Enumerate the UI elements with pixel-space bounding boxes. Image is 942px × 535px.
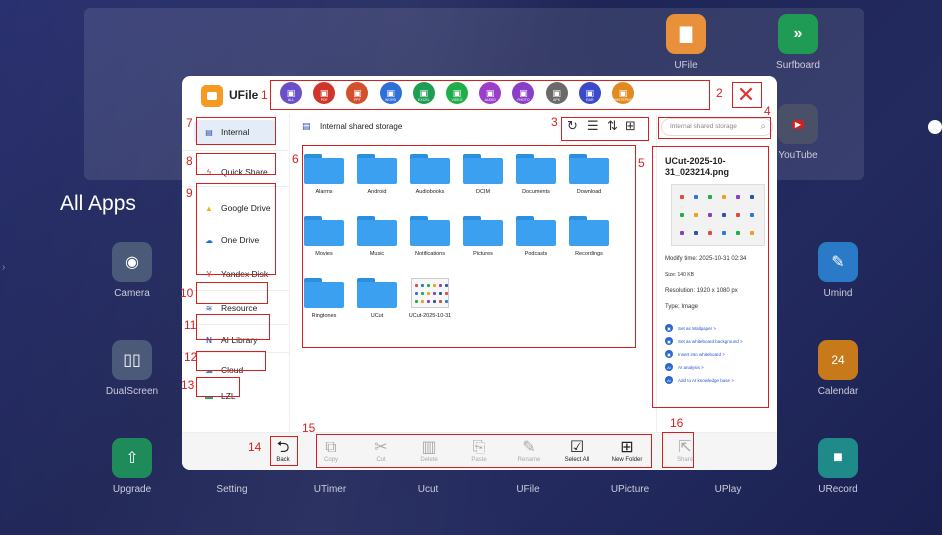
app-label: Umind bbox=[823, 288, 853, 299]
annotation-box-1 bbox=[270, 80, 710, 110]
annotation-number-2: 2 bbox=[716, 86, 723, 100]
sidebar-item-label: Resource bbox=[221, 303, 258, 313]
annotation-box-5 bbox=[652, 146, 769, 408]
annotation-number-9: 9 bbox=[186, 186, 193, 200]
annotation-box-16 bbox=[662, 432, 694, 468]
chevron-right-icon[interactable]: › bbox=[2, 262, 5, 273]
app-label: Ucut bbox=[417, 484, 439, 495]
annotation-number-16: 16 bbox=[670, 416, 684, 430]
app-label: UPlay bbox=[714, 484, 742, 495]
dual-screen-icon: ▯▯ bbox=[112, 340, 152, 380]
annotation-box-8 bbox=[196, 153, 276, 175]
camera-icon: ◉ bbox=[112, 242, 152, 282]
app-dualscreen[interactable]: ▯▯ DualScreen bbox=[92, 340, 172, 397]
app-label: UPicture bbox=[610, 484, 650, 495]
app-label: UFile bbox=[674, 60, 698, 71]
annotation-number-3: 3 bbox=[551, 115, 558, 129]
annotation-box-13 bbox=[196, 377, 240, 397]
annotation-number-10: 10 bbox=[180, 286, 194, 300]
annotation-box-12 bbox=[196, 351, 266, 371]
record-icon: ■ bbox=[818, 438, 858, 478]
annotation-number-11: 11 bbox=[184, 318, 197, 332]
annotation-number-1: 1 bbox=[261, 88, 268, 102]
app-urecord[interactable]: ■ URecord bbox=[798, 438, 878, 495]
app-calendar[interactable]: 24 Calendar bbox=[798, 340, 878, 397]
annotation-number-5: 5 bbox=[638, 156, 645, 170]
annotation-number-15: 15 bbox=[302, 421, 316, 435]
app-surfboard[interactable]: » Surfboard bbox=[758, 14, 838, 71]
annotation-number-8: 8 bbox=[186, 154, 193, 168]
annotation-box-10 bbox=[196, 282, 268, 304]
app-label: UTimer bbox=[313, 484, 347, 495]
pen-icon: ✎ bbox=[818, 242, 858, 282]
dialog-title: UFile bbox=[229, 88, 259, 102]
app-ufile-top[interactable]: ▇ UFile bbox=[646, 14, 726, 71]
annotation-box-11 bbox=[196, 314, 270, 340]
app-umind[interactable]: ✎ Umind bbox=[798, 242, 878, 299]
app-label: Camera bbox=[114, 288, 150, 299]
app-label: Surfboard bbox=[776, 60, 820, 71]
ufile-logo-icon bbox=[201, 85, 223, 107]
divider bbox=[182, 150, 290, 151]
app-upgrade[interactable]: ⇧ Upgrade bbox=[92, 438, 172, 495]
annotation-box-15 bbox=[316, 434, 652, 468]
upgrade-icon: ⇧ bbox=[112, 438, 152, 478]
folder-icon: ▇ bbox=[666, 14, 706, 54]
app-label: Upgrade bbox=[112, 484, 152, 495]
annotation-number-7: 7 bbox=[186, 116, 193, 130]
calendar-icon: 24 bbox=[818, 340, 858, 380]
breadcrumb[interactable]: Internal shared storage bbox=[320, 122, 402, 131]
storage-icon: ▤ bbox=[302, 121, 311, 131]
all-apps-heading: All Apps bbox=[60, 192, 136, 215]
chevron-right-icon: » bbox=[778, 14, 818, 54]
app-label: URecord bbox=[818, 484, 858, 495]
resource-icon: ≋ bbox=[205, 303, 213, 313]
app-label: DualScreen bbox=[105, 386, 159, 397]
app-label: Calendar bbox=[817, 386, 859, 397]
annotation-number-4: 4 bbox=[764, 104, 771, 118]
app-camera[interactable]: ◉ Camera bbox=[92, 242, 172, 299]
annotation-number-13: 13 bbox=[181, 378, 195, 392]
annotation-box-9 bbox=[196, 183, 276, 275]
app-label: UFile bbox=[516, 484, 540, 495]
annotation-box-6 bbox=[302, 145, 636, 348]
annotation-number-12: 12 bbox=[184, 350, 198, 364]
annotation-box-14 bbox=[270, 436, 298, 466]
annotation-box-3 bbox=[561, 117, 649, 141]
edge-handle[interactable] bbox=[928, 120, 942, 134]
annotation-box-4 bbox=[658, 117, 771, 139]
youtube-icon: ▶ bbox=[778, 104, 818, 144]
calendar-day: 24 bbox=[831, 353, 845, 367]
annotation-number-14: 14 bbox=[248, 440, 262, 454]
annotation-box-2 bbox=[732, 82, 762, 108]
app-label: Setting bbox=[216, 484, 248, 495]
annotation-number-6: 6 bbox=[292, 152, 299, 166]
annotation-box-7 bbox=[196, 117, 276, 145]
